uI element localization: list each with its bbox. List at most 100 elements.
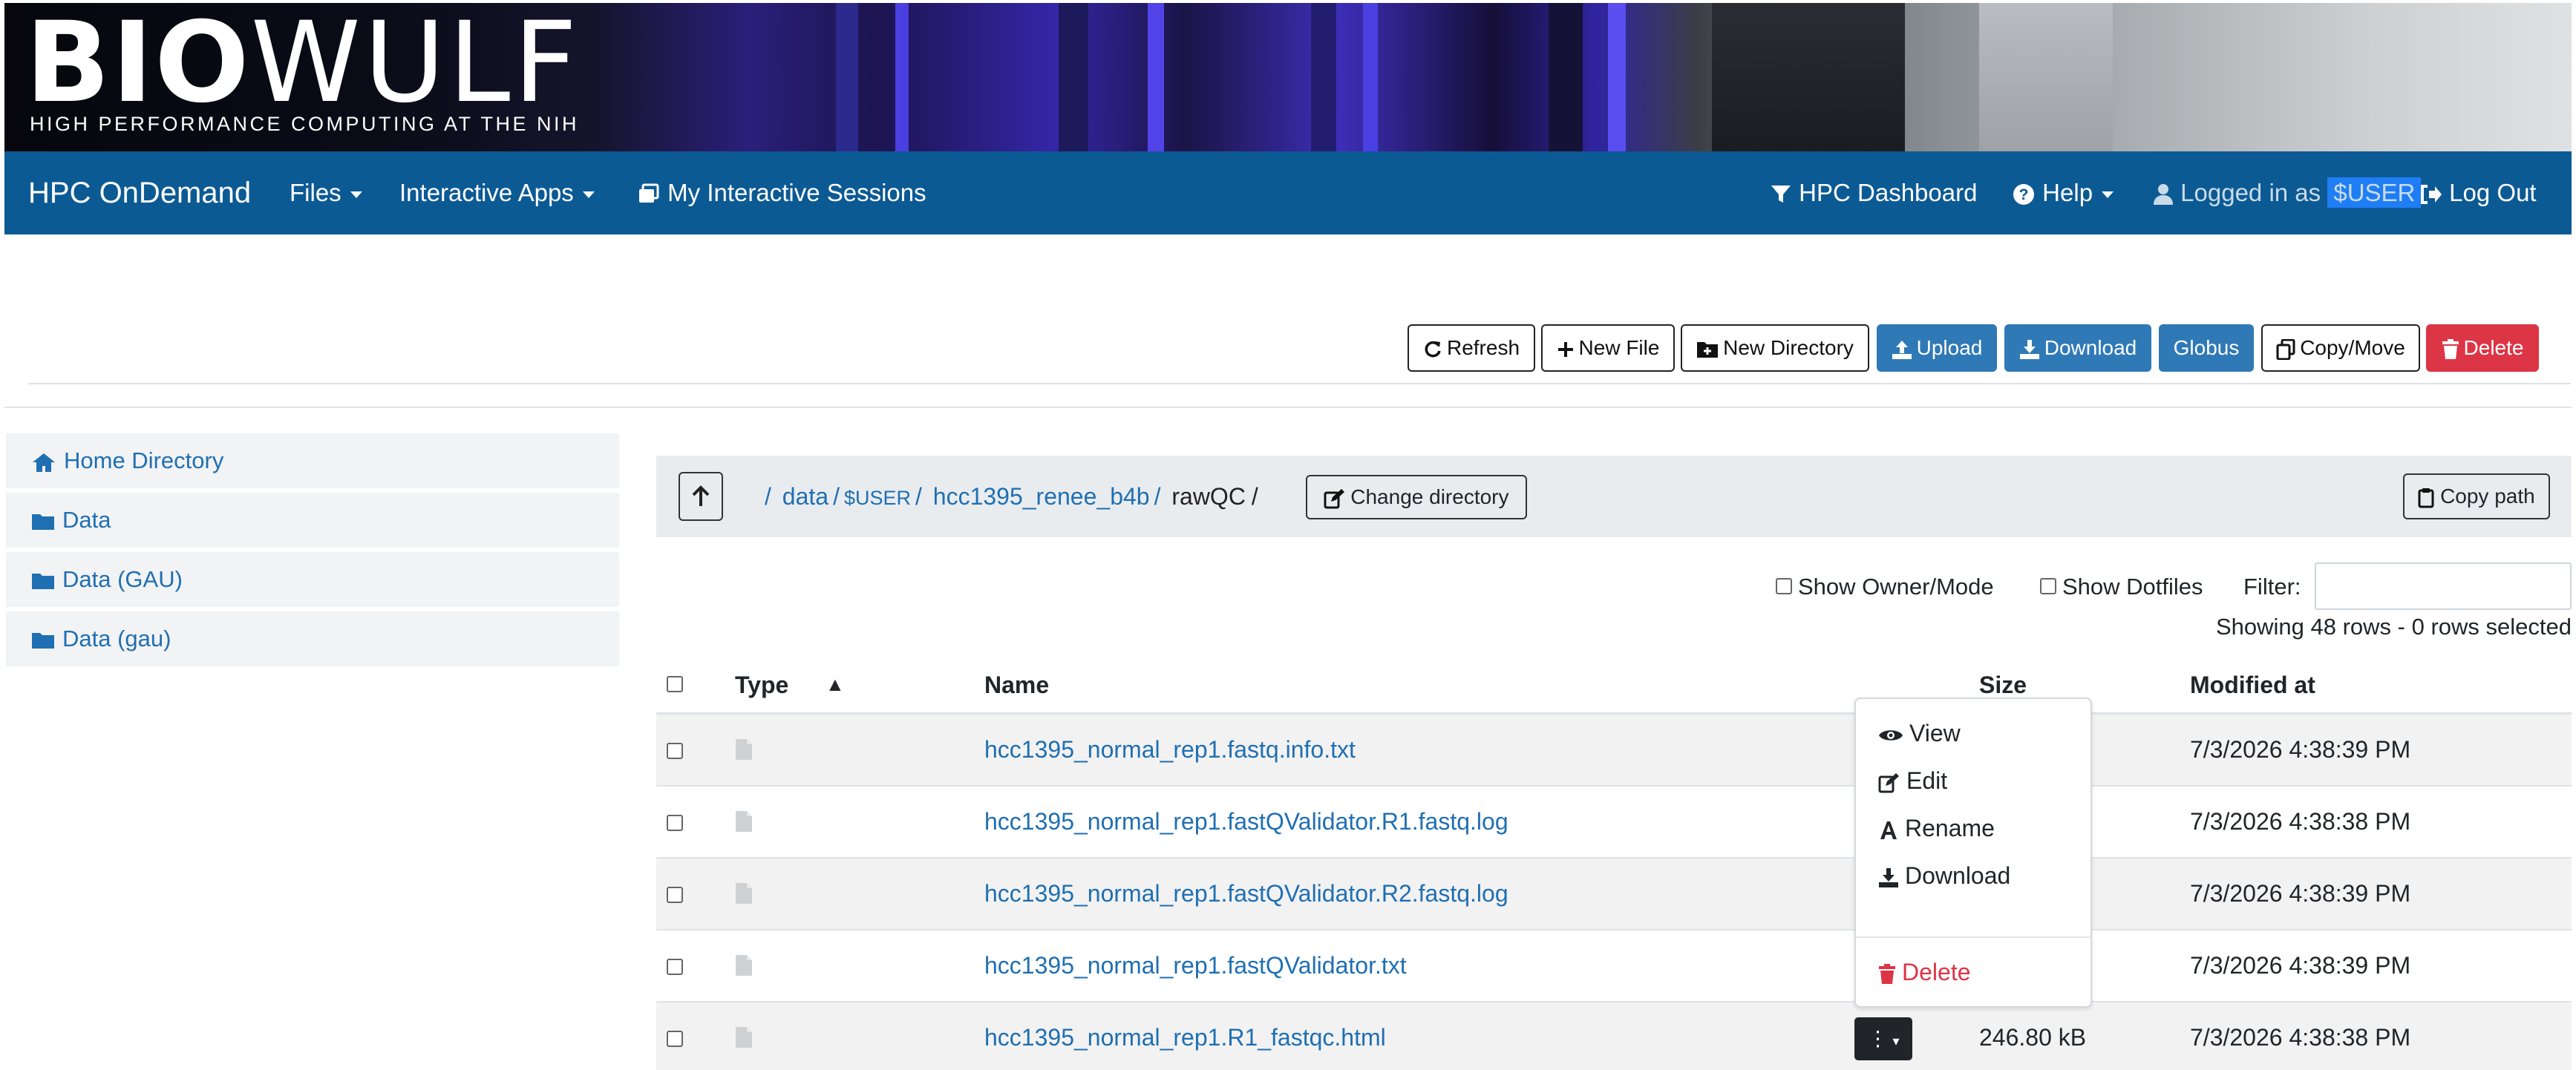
sidebar-item-label: Home Directory bbox=[64, 447, 224, 473]
delete-button[interactable]: Delete bbox=[2426, 324, 2539, 372]
toolbar-divider bbox=[28, 383, 2571, 384]
row-checkbox[interactable] bbox=[667, 887, 683, 903]
column-modified[interactable]: Modified at bbox=[2190, 672, 2315, 699]
menu-item-rename[interactable]: Rename bbox=[1878, 815, 1995, 842]
row-checkbox[interactable] bbox=[667, 1031, 683, 1047]
menu-item-label: Edit bbox=[1906, 767, 1948, 794]
breadcrumb-user[interactable]: $USER bbox=[844, 487, 911, 509]
row-checkbox[interactable] bbox=[667, 815, 683, 831]
column-name[interactable]: Name bbox=[984, 672, 1049, 699]
file-icon bbox=[736, 883, 752, 904]
eye-icon bbox=[1879, 729, 1903, 741]
username: $USER bbox=[2327, 177, 2422, 208]
download-label: Download bbox=[2044, 336, 2137, 359]
row-actions-button[interactable]: ⋮ ▾ bbox=[1854, 1017, 1912, 1060]
new-directory-label: New Directory bbox=[1723, 336, 1854, 359]
select-all-checkbox[interactable] bbox=[667, 676, 683, 692]
show-dotfiles-toggle[interactable]: Show Dotfiles bbox=[2040, 573, 2203, 601]
nav-help-label: Help bbox=[2042, 179, 2093, 206]
svg-text:?: ? bbox=[2019, 186, 2029, 203]
row-checkbox[interactable] bbox=[667, 743, 683, 759]
top-navbar: HPC OnDemand Files Interactive Apps My I… bbox=[4, 151, 2572, 234]
file-modified: 7/3/2026 4:38:39 PM bbox=[2190, 880, 2411, 907]
copy-move-button[interactable]: Copy/Move bbox=[2261, 324, 2420, 372]
new-directory-button[interactable]: New Directory bbox=[1681, 324, 1869, 372]
menu-item-download[interactable]: Download bbox=[1878, 862, 2010, 890]
filter-label: Filter: bbox=[2243, 574, 2301, 600]
breadcrumb-project[interactable]: hcc1395_renee_b4b bbox=[933, 483, 1150, 510]
nav-help-dropdown[interactable]: ? Help bbox=[2012, 151, 2114, 234]
nav-interactive-apps-dropdown[interactable]: Interactive Apps bbox=[399, 151, 595, 234]
table-row[interactable]: hcc1395_normal_rep1.fastQValidator.R2.fa… bbox=[656, 859, 2572, 930]
new-file-button[interactable]: New File bbox=[1541, 324, 1675, 372]
filter-icon bbox=[1771, 186, 1791, 203]
row-actions-menu: View Edit Rename Download Delete bbox=[1854, 698, 2092, 1008]
font-icon bbox=[1880, 821, 1897, 839]
menu-item-label: View bbox=[1909, 720, 1961, 746]
brand-link[interactable]: HPC OnDemand bbox=[28, 151, 251, 234]
sidebar-item-data-gau-upper[interactable]: Data (GAU) bbox=[6, 552, 619, 607]
biowulf-logo[interactable]: BIOWULF bbox=[25, 7, 581, 119]
sign-out-icon bbox=[2421, 185, 2442, 205]
upload-button[interactable]: Upload bbox=[1877, 324, 1997, 372]
refresh-icon bbox=[1425, 341, 1441, 358]
breadcrumb-current: rawQC bbox=[1171, 483, 1246, 510]
parent-directory-button[interactable] bbox=[679, 472, 723, 521]
file-name-link[interactable]: hcc1395_normal_rep1.fastQValidator.R1.fa… bbox=[984, 787, 1508, 857]
download-icon bbox=[1879, 867, 1898, 887]
menu-item-label: Rename bbox=[1905, 815, 1995, 841]
sessions-icon bbox=[639, 183, 659, 203]
row-checkbox[interactable] bbox=[667, 959, 683, 975]
file-modified: 7/3/2026 4:38:38 PM bbox=[2190, 1024, 2411, 1051]
logout-link[interactable]: Log Out bbox=[2419, 151, 2537, 234]
caret-down-icon: ▾ bbox=[1892, 1034, 1900, 1048]
menu-item-edit[interactable]: Edit bbox=[1878, 767, 1947, 795]
copy-icon bbox=[2276, 338, 2295, 360]
trash-icon bbox=[1879, 963, 1895, 984]
download-button[interactable]: Download bbox=[2004, 324, 2151, 372]
sidebar-item-home-directory[interactable]: Home Directory bbox=[6, 433, 619, 488]
download-icon bbox=[2019, 339, 2039, 359]
new-file-label: New File bbox=[1578, 336, 1660, 359]
column-type[interactable]: Type bbox=[735, 672, 788, 699]
menu-item-delete[interactable]: Delete bbox=[1878, 959, 1971, 986]
nav-hpc-dashboard[interactable]: HPC Dashboard bbox=[1770, 151, 1977, 234]
question-circle-icon: ? bbox=[2013, 184, 2034, 206]
sidebar-item-label: Data (GAU) bbox=[62, 566, 183, 592]
plus-icon bbox=[1557, 341, 1573, 357]
sidebar-item-data-gau-lower[interactable]: Data (gau) bbox=[6, 611, 619, 666]
delete-label: Delete bbox=[2463, 336, 2524, 359]
sidebar-item-data[interactable]: Data bbox=[6, 493, 619, 548]
nav-my-sessions[interactable]: My Interactive Sessions bbox=[637, 151, 926, 234]
filter-input[interactable] bbox=[2315, 562, 2572, 610]
table-row[interactable]: hcc1395_normal_rep1.R1_fastqc.html ⋮ ▾ 24… bbox=[656, 1002, 2572, 1070]
nav-files-dropdown[interactable]: Files bbox=[290, 151, 362, 234]
edit-icon bbox=[1878, 772, 1899, 793]
show-owner-label: Show Owner/Mode bbox=[1798, 574, 1994, 600]
table-row[interactable]: hcc1395_normal_rep1.fastQValidator.txt ⋮… bbox=[656, 930, 2572, 1002]
file-name-link[interactable]: hcc1395_normal_rep1.fastq.info.txt bbox=[984, 715, 1356, 785]
file-name-link[interactable]: hcc1395_normal_rep1.fastQValidator.R2.fa… bbox=[984, 859, 1508, 929]
menu-divider bbox=[1856, 936, 2090, 938]
copy-path-button[interactable]: Copy path bbox=[2403, 473, 2550, 519]
globus-button[interactable]: Globus bbox=[2159, 324, 2254, 372]
breadcrumb-data[interactable]: data bbox=[782, 483, 828, 510]
table-row[interactable]: hcc1395_normal_rep1.fastQValidator.R1.fa… bbox=[656, 787, 2572, 859]
menu-item-label: Download bbox=[1905, 862, 2011, 889]
show-owner-toggle[interactable]: Show Owner/Mode bbox=[1776, 573, 1994, 601]
menu-item-view[interactable]: View bbox=[1878, 720, 1961, 747]
show-dotfiles-checkbox[interactable] bbox=[2040, 577, 2056, 594]
column-size[interactable]: Size bbox=[1979, 672, 2027, 699]
breadcrumb-separator: / bbox=[765, 483, 771, 510]
breadcrumb: / data / $USER / hcc1395_renee_b4b / rawQC / bbox=[760, 456, 1258, 537]
table-row[interactable]: hcc1395_normal_rep1.fastq.info.txt ⋮ 7/3… bbox=[656, 715, 2572, 787]
file-name-link[interactable]: hcc1395_normal_rep1.fastQValidator.txt bbox=[984, 930, 1407, 1001]
show-owner-checkbox[interactable] bbox=[1776, 577, 1792, 594]
trash-icon bbox=[2442, 338, 2459, 359]
change-directory-button[interactable]: Change directory bbox=[1306, 475, 1527, 519]
breadcrumb-separator: / bbox=[1154, 483, 1161, 510]
nav-hpc-dashboard-label: HPC Dashboard bbox=[1799, 179, 1978, 206]
file-name-link[interactable]: hcc1395_normal_rep1.R1_fastqc.html bbox=[984, 1002, 1386, 1070]
edit-icon bbox=[1324, 488, 1345, 509]
refresh-button[interactable]: Refresh bbox=[1408, 324, 1535, 372]
